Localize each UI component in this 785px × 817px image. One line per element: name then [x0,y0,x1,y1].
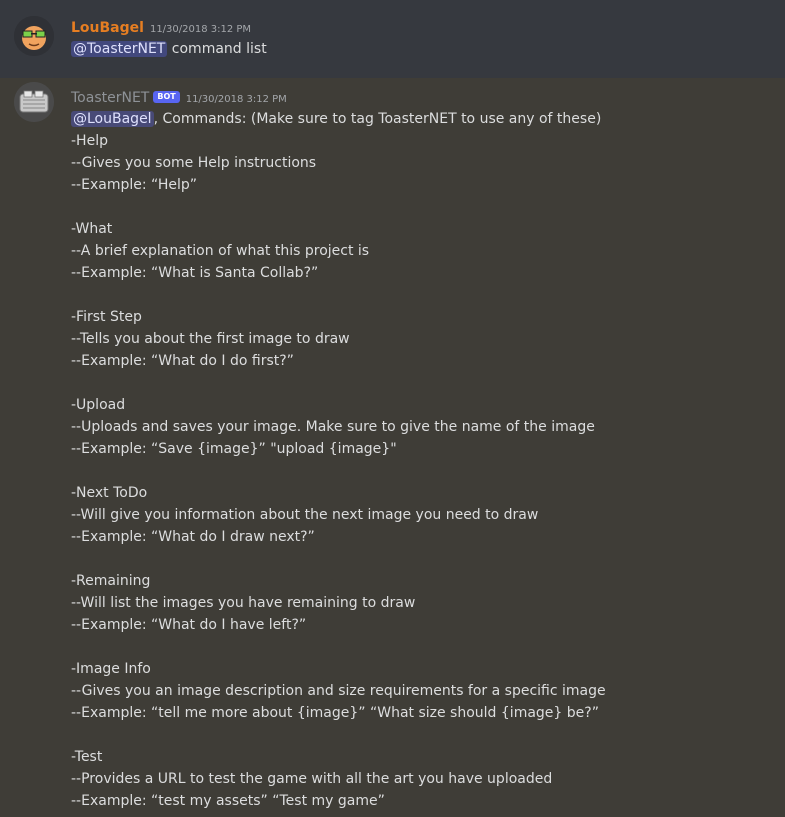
command-line: --Example: “tell me more about {image}” … [71,705,599,721]
timestamp: 11/30/2018 3:12 PM [185,94,287,105]
command-line [71,724,785,746]
bagel-face-icon [14,16,54,56]
command-line: -Help [71,133,108,149]
loubagel-avatar[interactable] [14,16,54,56]
command-line: -Test [71,749,103,765]
toaster-icon [14,82,54,122]
command-line: --Uploads and saves your image. Make sur… [71,419,595,435]
command-line: --Example: “What do I do first?” [71,353,294,369]
command-line [71,636,785,658]
message-body-text: command list [167,41,267,57]
message-body-text: , Commands: (Make sure to tag ToasterNET… [153,111,602,127]
command-line [71,548,785,570]
command-line: --Example: “What do I have left?” [71,617,307,633]
command-line: --Gives you an image description and siz… [71,683,606,699]
message-loubagel: LouBagel 11/30/2018 3:12 PM @ToasterNET c… [0,0,785,78]
command-line: --Will give you information about the ne… [71,507,539,523]
command-line: --Provides a URL to test the game with a… [71,771,553,787]
command-line [71,460,785,482]
command-line: --A brief explanation of what this proje… [71,243,370,259]
message-header: ToasterNET BOT 11/30/2018 3:12 PM [71,86,785,108]
command-line: -First Step [71,309,142,325]
message-header: LouBagel 11/30/2018 3:12 PM [71,16,785,38]
command-line: --Gives you some Help instructions [71,155,317,171]
command-line: --Example: “What is Santa Collab?” [71,265,319,281]
message-toasternet: ToasterNET BOT 11/30/2018 3:12 PM @LouBage… [0,78,785,817]
command-line [71,372,785,394]
command-line: --Example: “Save {image}” "upload {image… [71,441,397,457]
command-line: --Example: “What do I draw next?” [71,529,315,545]
command-line [71,196,785,218]
user-mention[interactable]: @LouBagel [71,111,154,127]
user-mention[interactable]: @ToasterNET [71,41,168,57]
command-line: --Example: “test my assets” “Test my gam… [71,793,385,809]
command-line [71,284,785,306]
bot-tag: BOT [153,91,180,103]
command-line: --Example: “Help” [71,177,197,193]
command-line: -Next ToDo [71,485,148,501]
author-name[interactable]: ToasterNET [71,90,149,106]
message-first-line: @LouBagel, Commands: (Make sure to tag T… [71,108,785,130]
timestamp: 11/30/2018 3:12 PM [149,24,252,35]
command-line: -Upload [71,397,126,413]
command-line: -What [71,221,113,237]
message-body: -Help --Gives you some Help instructions -… [71,130,785,812]
author-name[interactable]: LouBagel [71,20,144,36]
toasternet-avatar[interactable] [14,82,54,122]
command-line: -Image Info [71,661,151,677]
command-line: -Remaining [71,573,151,589]
message-text: @ToasterNET command list [71,38,785,60]
command-line: --Will list the images you have remainin… [71,595,416,611]
command-line: --Tells you about the first image to dra… [71,331,350,347]
